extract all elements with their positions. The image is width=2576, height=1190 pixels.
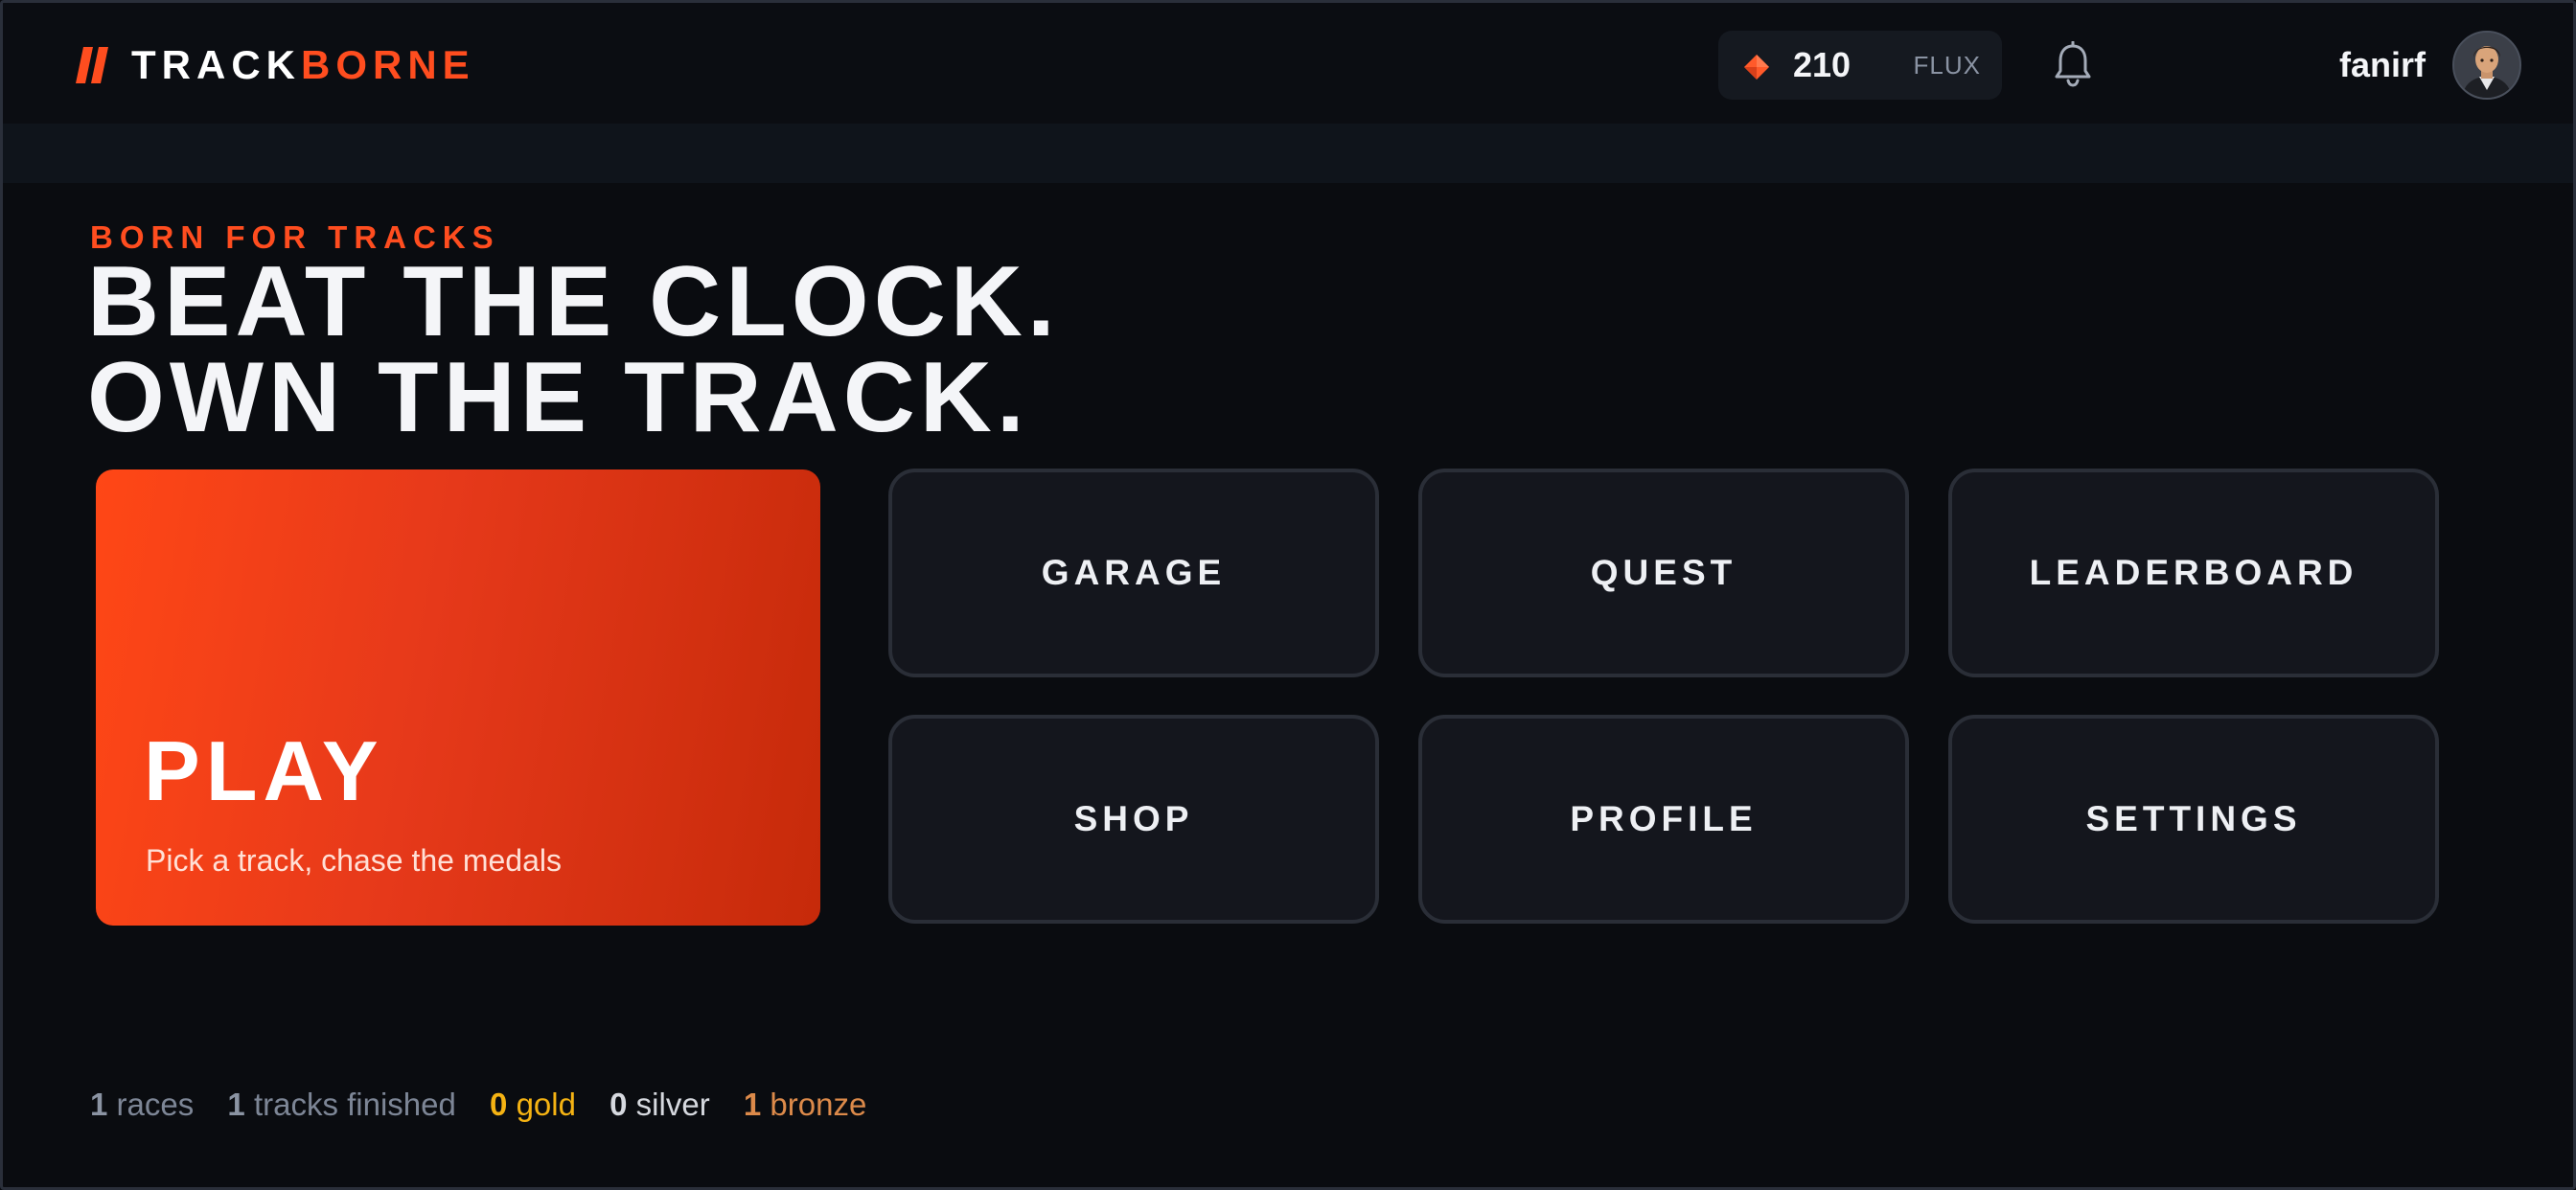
username[interactable]: fanirf	[2339, 43, 2426, 87]
stat-bronze: 1 bronze	[744, 1086, 866, 1124]
stat-bronze-label: bronze	[770, 1087, 867, 1122]
brand-name: TRACKBORNE	[131, 43, 475, 87]
stat-silver: 0 silver	[610, 1086, 710, 1124]
play-title: PLAY	[144, 723, 384, 818]
play-subtitle: Pick a track, chase the medals	[146, 843, 562, 878]
stat-tracks-finished: 1 tracks finished	[227, 1086, 455, 1124]
hero-headline: BEAT THE CLOCK. OWN THE TRACK.	[87, 246, 1060, 453]
quest-button[interactable]: QUEST	[1418, 469, 1909, 677]
stat-races-label: races	[116, 1087, 195, 1122]
play-button[interactable]: PLAY Pick a track, chase the medals	[96, 469, 820, 926]
profile-label: PROFILE	[1570, 799, 1758, 838]
stat-tracks-value: 1	[227, 1087, 245, 1122]
garage-button[interactable]: GARAGE	[888, 469, 1379, 677]
quest-label: QUEST	[1590, 553, 1737, 592]
leaderboard-button[interactable]: LEADERBOARD	[1948, 469, 2439, 677]
flux-gem-icon	[1744, 55, 1769, 80]
currency-unit: FLUX	[1913, 51, 1981, 80]
top-bar: TRACKBORNE 210 FLUX fanirf	[3, 3, 2573, 124]
stat-bronze-value: 1	[743, 1087, 762, 1122]
stat-races-value: 1	[90, 1087, 108, 1122]
player-stats: 1 races 1 tracks finished 0 gold 0 silve…	[90, 1086, 891, 1124]
avatar-portrait-icon	[2454, 33, 2519, 98]
stat-races: 1 races	[90, 1086, 194, 1124]
hero-headline-line1: BEAT THE CLOCK.	[87, 246, 1060, 357]
stat-silver-label: silver	[635, 1087, 710, 1122]
stat-gold-label: gold	[516, 1087, 576, 1122]
stat-silver-value: 0	[610, 1087, 628, 1122]
shop-button[interactable]: SHOP	[888, 715, 1379, 924]
hero-headline-line2: OWN THE TRACK.	[87, 342, 1029, 453]
user-avatar[interactable]	[2452, 31, 2521, 100]
brand-logo[interactable]: TRACKBORNE	[74, 43, 475, 87]
shop-label: SHOP	[1073, 799, 1194, 838]
brand-name-part1: TRACK	[131, 42, 301, 87]
brand-name-part2: BORNE	[300, 42, 475, 87]
app-window: TRACKBORNE 210 FLUX fanirf BORN FOR TRAC…	[0, 0, 2576, 1190]
currency-balance[interactable]: 210 FLUX	[1718, 31, 2002, 100]
profile-button[interactable]: PROFILE	[1418, 715, 1909, 924]
bell-icon[interactable]	[2052, 41, 2094, 89]
currency-amount: 210	[1793, 45, 1852, 84]
settings-label: SETTINGS	[2085, 799, 2302, 838]
sub-header-strip	[3, 124, 2573, 183]
stat-tracks-label: tracks finished	[253, 1087, 456, 1122]
stat-gold: 0 gold	[490, 1086, 576, 1124]
settings-button[interactable]: SETTINGS	[1948, 715, 2439, 924]
garage-label: GARAGE	[1041, 553, 1227, 592]
leaderboard-label: LEADERBOARD	[2029, 553, 2358, 592]
stat-gold-value: 0	[490, 1087, 508, 1122]
logo-slash-icon	[76, 47, 108, 83]
